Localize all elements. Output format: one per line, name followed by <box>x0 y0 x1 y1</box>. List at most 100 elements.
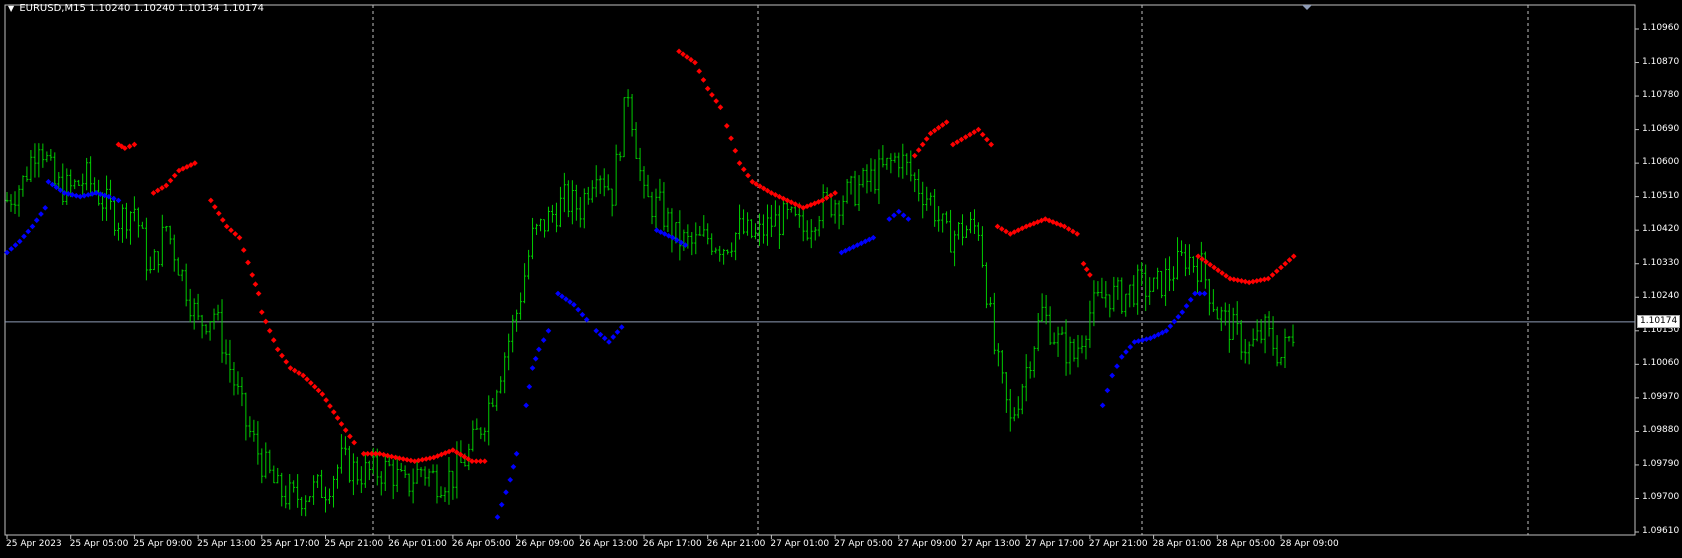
price-axis-label: 1.09970 <box>1642 391 1680 402</box>
indicator-dot-lower <box>1179 309 1186 315</box>
price-axis-label: 1.10870 <box>1642 56 1680 67</box>
indicator-dot-lower <box>498 501 505 508</box>
symbol-timeframe: EURUSD,M15 <box>19 3 86 14</box>
time-axis-label: 25 Apr 13:00 <box>197 539 256 549</box>
price-axis-label: 1.10330 <box>1642 257 1680 268</box>
indicator-dot-upper <box>911 152 918 159</box>
indicator-dot-lower <box>1139 337 1146 343</box>
indicator-dot-lower <box>503 489 509 496</box>
time-axis-label: 27 Apr 09:00 <box>897 539 957 549</box>
time-axis-label: 28 Apr 01:00 <box>1152 539 1212 549</box>
price-axis-label: 1.10420 <box>1642 224 1680 235</box>
indicator-dot-upper <box>709 91 715 98</box>
time-axis-label: 26 Apr 09:00 <box>515 539 575 549</box>
indicator-dot-lower <box>593 327 600 334</box>
indicator-dot-upper <box>704 85 711 92</box>
indicator-dot-upper <box>351 439 357 446</box>
indicator-dot-upper <box>236 234 243 241</box>
indicator-dot-upper <box>347 433 353 440</box>
indicator-dot-upper <box>919 141 926 148</box>
indicator-dot-upper <box>1273 268 1280 275</box>
indicator-dot-upper <box>283 359 290 365</box>
indicator-dot-lower <box>494 514 501 520</box>
time-axis-label: 25 Apr 17:00 <box>260 539 320 549</box>
price-axis-label: 1.09700 <box>1642 492 1680 503</box>
indicator-dot-lower <box>1135 338 1142 344</box>
time-axis-label: 28 Apr 05:00 <box>1216 539 1275 549</box>
indicator-dot-upper <box>258 309 265 315</box>
indicator-dot-upper <box>171 172 178 179</box>
indicator-dot-lower <box>895 208 902 215</box>
indicator-dot-lower <box>16 238 23 245</box>
indicator-dot-lower <box>29 223 36 230</box>
price-axis-label: 1.10060 <box>1642 358 1680 369</box>
indicator-dot-lower <box>891 212 897 219</box>
indicator-dot-upper <box>717 104 724 111</box>
indicator-dot-lower <box>900 212 907 219</box>
indicator-dot-lower <box>1131 339 1138 345</box>
indicator-dot-upper <box>1282 260 1289 267</box>
indicator-dot-lower <box>73 192 80 199</box>
indicator-dot-upper <box>232 231 239 237</box>
indicator-dot-lower <box>513 450 520 457</box>
indicator-dot-upper <box>1083 266 1090 273</box>
indicator-dot-lower <box>601 335 608 342</box>
indicator-dot-lower <box>886 216 893 222</box>
indicator-dot-lower <box>610 334 617 340</box>
indicator-dot-lower <box>33 217 40 224</box>
indicator-dot-upper <box>1278 264 1284 271</box>
indicator-dot-upper <box>984 136 990 143</box>
indicator-dot-upper <box>279 352 285 359</box>
indicator-dot-upper <box>304 376 310 383</box>
indicator-dot-upper <box>713 98 720 104</box>
time-axis-label: 27 Apr 13:00 <box>961 539 1021 549</box>
time-axis-label: 28 Apr 09:00 <box>1280 539 1339 549</box>
indicator-dot-lower <box>8 246 15 252</box>
indicator-dot-upper <box>330 409 337 415</box>
triangle-down-icon[interactable] <box>1302 5 1312 10</box>
indicator-dot-lower <box>510 463 517 470</box>
time-axis-label: 26 Apr 05:00 <box>451 539 511 549</box>
price-axis-label: 1.10240 <box>1642 291 1680 302</box>
indicator-dot-lower <box>532 355 539 362</box>
indicator-dot-upper <box>334 415 341 421</box>
indicator-dot-lower <box>1171 318 1178 325</box>
indicator-dot-upper <box>1080 260 1087 267</box>
indicator-dot-lower <box>1187 296 1194 303</box>
indicator-dot-upper <box>167 177 174 184</box>
indicator-dot-upper <box>219 217 226 223</box>
time-axis-label: 27 Apr 01:00 <box>770 539 830 549</box>
indicator-dot-upper <box>1087 272 1093 278</box>
ohlc-values: 1.10240 1.10240 1.10134 1.10174 <box>89 3 264 14</box>
time-axis-label: 26 Apr 13:00 <box>579 539 638 549</box>
chart-window[interactable]: ▼ EURUSD,M15 1.10240 1.10240 1.10134 1.1… <box>0 0 1682 558</box>
indicator-dot-upper <box>308 380 314 386</box>
indicator-dot-lower <box>523 402 529 409</box>
time-axis-label: 25 Apr 2023 <box>6 539 62 549</box>
indicator-dot-lower <box>1167 323 1174 329</box>
indicator-dot-lower <box>42 205 49 211</box>
indicator-dot-lower <box>21 233 27 240</box>
indicator-dot-upper <box>315 387 322 394</box>
indicator-dot-lower <box>1183 303 1190 309</box>
indicator-dot-upper <box>723 123 730 129</box>
indicator-dot-lower <box>575 306 582 313</box>
time-axis-label: 27 Apr 05:00 <box>834 539 893 549</box>
indicator-dot-upper <box>211 204 218 210</box>
indicator-dot-upper <box>736 160 743 166</box>
indicator-dot-lower <box>1175 313 1182 320</box>
triangle-down-icon[interactable]: ▼ <box>8 4 14 13</box>
indicator-dot-upper <box>1290 253 1297 260</box>
indicator-dot-upper <box>1286 257 1293 263</box>
indicator-dot-lower <box>1109 372 1116 379</box>
indicator-dot-upper <box>240 247 247 253</box>
price-chart[interactable] <box>0 0 1682 558</box>
indicator-dot-upper <box>740 166 747 173</box>
time-axis-label: 26 Apr 01:00 <box>388 539 447 549</box>
current-price-label: 1.10174 <box>1637 315 1681 328</box>
price-axis-label: 1.10780 <box>1642 90 1680 101</box>
price-axis-label: 1.09790 <box>1642 458 1680 469</box>
price-axis-label: 1.10510 <box>1642 190 1680 201</box>
indicator-dot-upper <box>274 346 281 353</box>
price-axis-label: 1.09880 <box>1642 425 1680 436</box>
